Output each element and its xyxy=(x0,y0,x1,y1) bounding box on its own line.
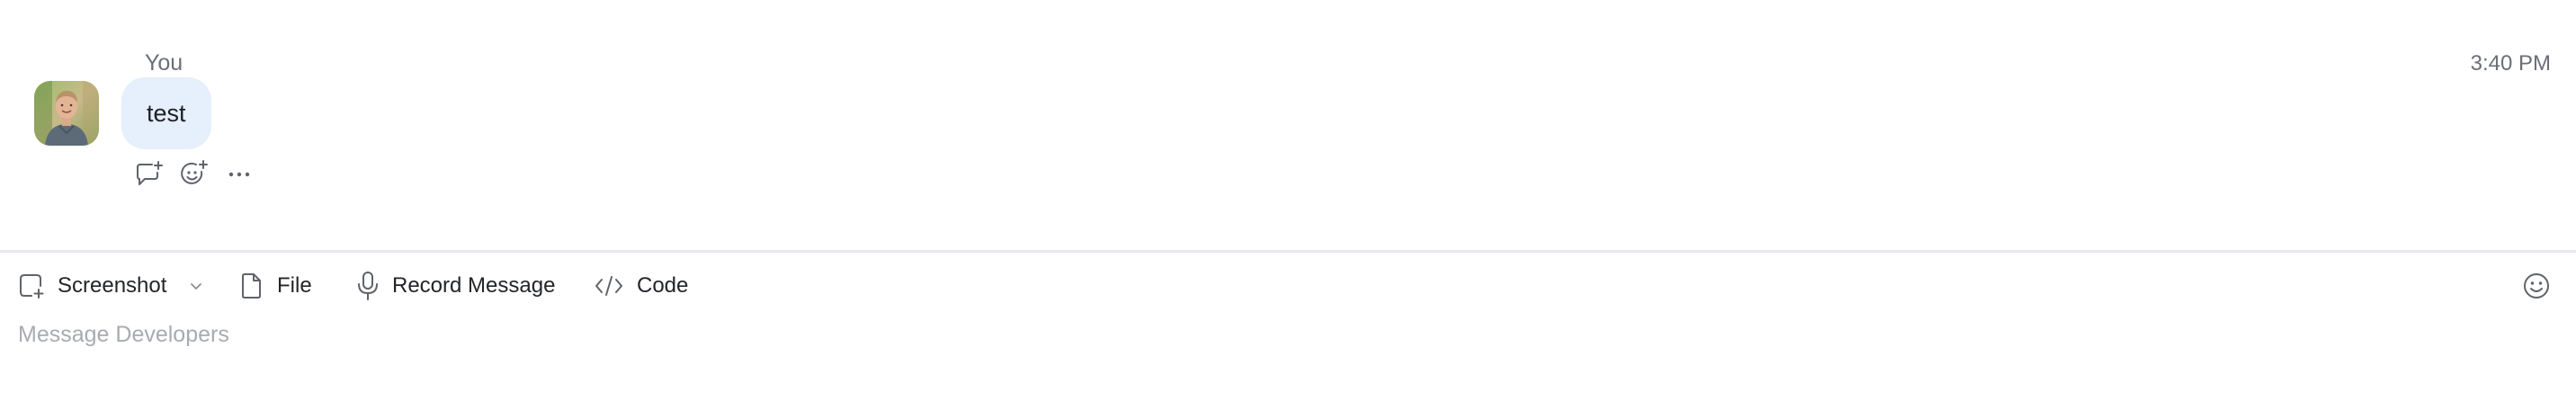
composer-toolbar: Screenshot File Record Message Code xyxy=(0,263,2576,309)
message-input[interactable] xyxy=(18,315,2357,354)
composer-divider xyxy=(0,250,2576,253)
message-actions xyxy=(133,158,255,191)
message-timestamp: 3:40 PM xyxy=(2470,51,2551,76)
record-message-label: Record Message xyxy=(392,273,556,298)
message-list: You 3:40 PM test xyxy=(0,0,2576,250)
code-icon xyxy=(594,274,624,298)
emoji-button[interactable] xyxy=(2522,263,2551,309)
avatar[interactable] xyxy=(34,81,99,146)
file-button[interactable]: File xyxy=(239,263,312,309)
code-button[interactable]: Code xyxy=(594,263,688,309)
reply-in-thread-icon[interactable] xyxy=(133,158,165,191)
emoji-icon xyxy=(2522,272,2551,300)
message-text: test xyxy=(147,99,186,127)
screenshot-label: Screenshot xyxy=(58,273,167,298)
add-reaction-icon[interactable] xyxy=(178,158,210,191)
record-message-button[interactable]: Record Message xyxy=(356,263,555,309)
more-options-icon[interactable] xyxy=(223,158,255,191)
message-bubble[interactable]: test xyxy=(121,77,211,149)
screenshot-icon xyxy=(18,272,45,299)
screenshot-options-dropdown[interactable] xyxy=(185,263,207,309)
chevron-down-icon xyxy=(189,281,203,290)
chat-window: You 3:40 PM test Screenshot File Record … xyxy=(0,0,2576,410)
file-icon xyxy=(239,272,264,300)
file-label: File xyxy=(277,273,312,298)
sender-name: You xyxy=(145,50,183,76)
code-label: Code xyxy=(637,273,689,298)
microphone-icon xyxy=(356,271,380,301)
screenshot-button[interactable]: Screenshot xyxy=(18,263,166,309)
